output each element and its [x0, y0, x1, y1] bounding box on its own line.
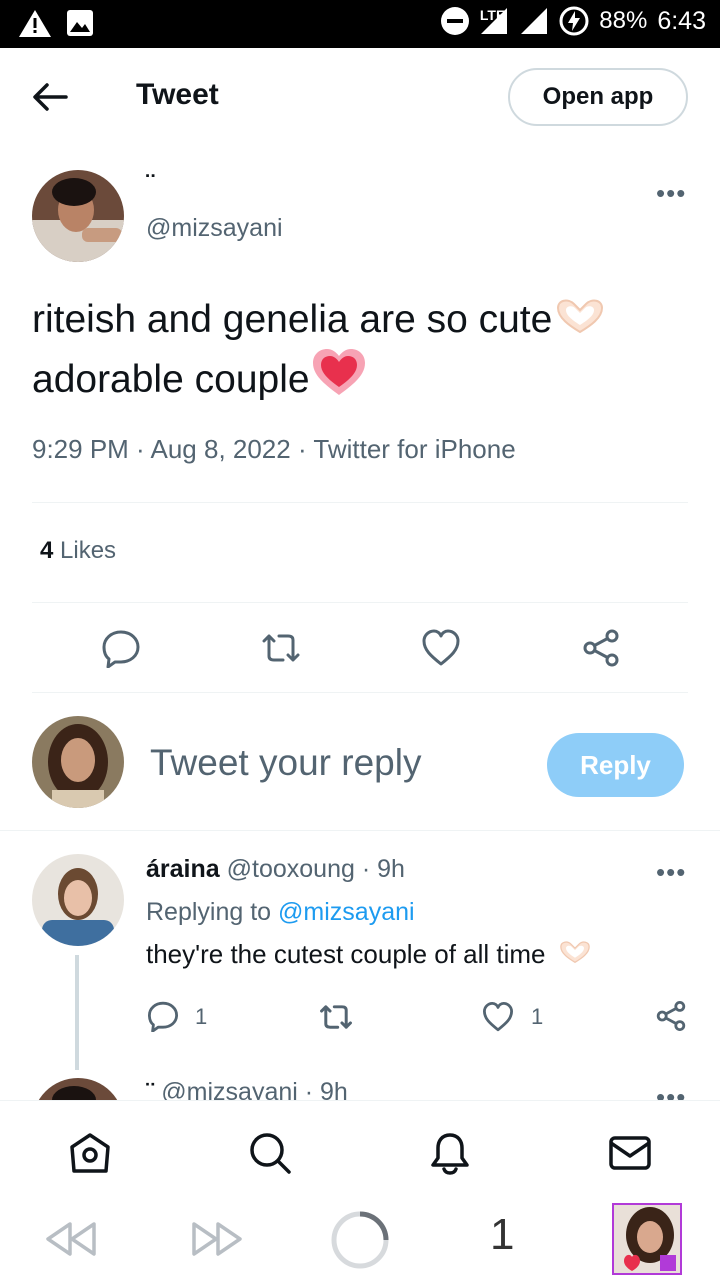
more-options-icon[interactable]: ••• [656, 178, 686, 209]
author-avatar[interactable] [32, 170, 124, 262]
messages-icon[interactable] [608, 1131, 652, 1175]
signal-icon-2 [521, 8, 548, 34]
reply-text: they're the cutest couple of all time [146, 939, 593, 970]
reply-more-options-icon[interactable]: ••• [656, 857, 686, 888]
notifications-icon[interactable] [428, 1131, 472, 1175]
avatar-image [32, 854, 124, 946]
do-not-disturb-icon [440, 7, 469, 35]
divider [32, 692, 688, 693]
tweet-text: riteish and genelia are so cute adorable… [32, 292, 692, 408]
reply-input[interactable]: Tweet your reply [150, 742, 421, 784]
divider [32, 602, 688, 603]
bottom-navigation [0, 1100, 720, 1201]
reply-button[interactable]: Reply [547, 733, 684, 797]
retweet-icon[interactable] [318, 1000, 354, 1034]
tweet-text-line1: riteish and genelia are so cute [32, 298, 553, 341]
warning-icon [19, 10, 51, 37]
reply-display-name[interactable]: áraina [146, 855, 220, 883]
like-icon[interactable] [421, 628, 461, 668]
open-app-button[interactable]: Open app [508, 68, 688, 126]
author-handle[interactable]: @mizsayani [146, 214, 283, 243]
loading-spinner-icon[interactable] [330, 1210, 390, 1270]
status-bar: LTE 88% 6:43 [0, 0, 720, 48]
avatar-image [32, 170, 124, 262]
like-icon[interactable] [482, 1001, 514, 1033]
divider [0, 830, 720, 831]
reply-author[interactable]: áraina @tooxoung · 9h [146, 855, 405, 884]
battery-percent: 88% [599, 7, 648, 34]
reply-text-content: they're the cutest couple of all time [146, 939, 546, 969]
heart-hands-emoji-icon [557, 299, 604, 334]
share-icon[interactable] [655, 1000, 687, 1032]
page-title: Tweet [136, 78, 219, 111]
home-icon[interactable] [68, 1131, 112, 1175]
tweet-metadata: 9:29 PM · Aug 8, 2022 · Twitter for iPho… [32, 434, 516, 464]
thumbnail-image [614, 1205, 680, 1273]
back-arrow-icon[interactable] [30, 80, 70, 114]
author-display-name[interactable]: ¨ [146, 168, 155, 199]
red-heart-emoji-icon [312, 349, 365, 395]
tweet-text-line2: adorable couple [32, 358, 310, 401]
battery-charging-icon [559, 6, 589, 36]
current-user-avatar[interactable] [32, 716, 124, 808]
like-count: 1 [531, 1004, 544, 1029]
likes-label: Likes [60, 537, 117, 564]
reply-icon[interactable] [101, 628, 141, 668]
thread-line [75, 955, 79, 1070]
replying-to-mention[interactable]: @mizsayani [278, 898, 415, 926]
share-icon[interactable] [581, 628, 621, 668]
likes-number: 4 [40, 537, 54, 564]
heart-hands-emoji-icon [559, 941, 590, 964]
fast-forward-icon[interactable] [190, 1218, 244, 1260]
reply-author-avatar[interactable] [32, 854, 124, 946]
rewind-icon[interactable] [44, 1218, 98, 1260]
avatar-image [32, 716, 124, 808]
likes-count[interactable]: 4 Likes [40, 537, 116, 565]
reply-icon[interactable] [147, 1000, 179, 1032]
reply-count: 1 [195, 1004, 208, 1029]
retweet-icon[interactable] [261, 628, 301, 668]
image-icon [67, 10, 93, 36]
replying-to-label: Replying to [146, 898, 272, 926]
reply-handle-time[interactable]: @tooxoung · 9h [227, 855, 405, 883]
divider [32, 502, 688, 503]
signal-icon [481, 8, 508, 34]
profile-thumbnail[interactable] [612, 1203, 682, 1275]
search-icon[interactable] [248, 1131, 292, 1175]
tab-count[interactable]: 1 [490, 1210, 514, 1260]
browser-bottom-bar: 1 [0, 1200, 720, 1280]
replying-to: Replying to @mizsayani [146, 898, 415, 927]
clock: 6:43 [657, 6, 706, 35]
